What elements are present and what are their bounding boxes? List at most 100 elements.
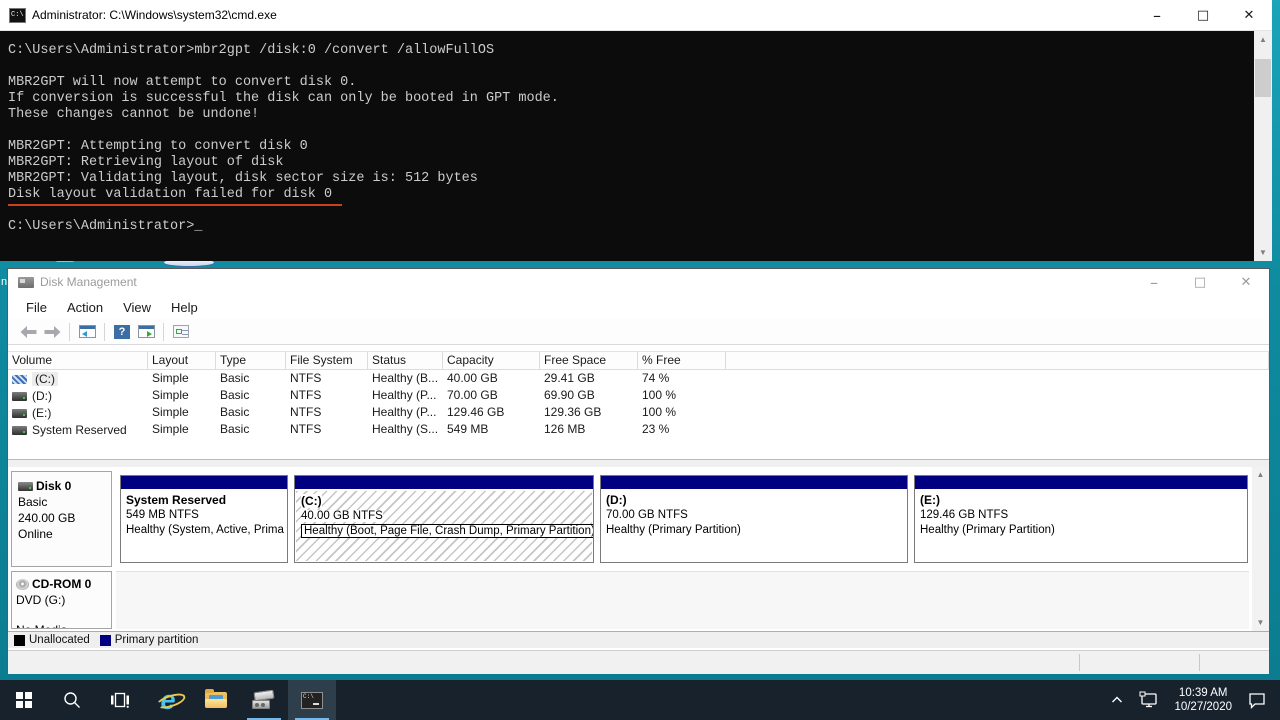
partition-size: 129.46 GB NTFS	[920, 508, 1242, 523]
partition-status: Healthy (Primary Partition)	[920, 523, 1242, 538]
help-button[interactable]: ?	[110, 321, 134, 343]
partition-c[interactable]: (C:) 40.00 GB NTFS Healthy (Boot, Page F…	[294, 475, 594, 563]
action-pane-button[interactable]	[134, 321, 158, 343]
back-button[interactable]	[16, 321, 40, 343]
partition-d[interactable]: (D:) 70.00 GB NTFS Healthy (Primary Part…	[600, 475, 908, 563]
column-header-freespace[interactable]: Free Space	[540, 352, 638, 370]
file-explorer-button[interactable]	[192, 680, 240, 720]
cdrom-drive-letter: DVD (G:)	[16, 592, 111, 608]
task-view-button[interactable]	[96, 680, 144, 720]
pane-splitter[interactable]	[8, 459, 1269, 467]
scroll-up-icon[interactable]: ▲	[1254, 31, 1272, 48]
cell-pctfree: 74 %	[638, 370, 726, 387]
properties-icon	[173, 325, 189, 338]
cell-freespace: 129.36 GB	[540, 404, 638, 421]
cmd-window-title: Administrator: C:\Windows\system32\cmd.e…	[32, 8, 277, 22]
console-line: If conversion is successful the disk can…	[8, 91, 1254, 107]
column-header-pctfree[interactable]: % Free	[638, 352, 726, 370]
cmd-titlebar[interactable]: C:\ Administrator: C:\Windows\system32\c…	[0, 0, 1272, 31]
cell-filesystem: NTFS	[286, 421, 368, 438]
minimize-button[interactable]: –	[1134, 0, 1180, 30]
table-row[interactable]: System Reserved Simple Basic NTFS Health…	[8, 421, 1269, 438]
cmd-app-icon: C:\	[9, 8, 26, 23]
console-line: MBR2GPT: Validating layout, disk sector …	[8, 171, 1254, 187]
scroll-down-icon[interactable]: ▼	[1252, 615, 1269, 631]
table-row[interactable]: (D:) Simple Basic NTFS Healthy (P... 70.…	[8, 387, 1269, 404]
partition-name: (D:)	[606, 493, 902, 508]
menu-help[interactable]: Help	[161, 297, 208, 318]
cell-status: Healthy (S...	[368, 421, 443, 438]
column-header-layout[interactable]: Layout	[148, 352, 216, 370]
table-row[interactable]: (E:) Simple Basic NTFS Healthy (P... 129…	[8, 404, 1269, 421]
scrollbar-thumb[interactable]	[1255, 59, 1271, 97]
action-center-icon	[1247, 691, 1267, 709]
column-header-type[interactable]: Type	[216, 352, 286, 370]
task-view-icon	[110, 691, 130, 709]
internet-explorer-button[interactable]: e	[144, 680, 192, 720]
partition-color-bar	[121, 476, 287, 490]
tray-chevron-button[interactable]	[1102, 680, 1132, 720]
partition-size: 70.00 GB NTFS	[606, 508, 902, 523]
scroll-up-icon[interactable]: ▲	[1252, 467, 1269, 483]
action-center-button[interactable]	[1240, 680, 1274, 720]
search-button[interactable]	[48, 680, 96, 720]
partition-color-bar	[915, 476, 1247, 490]
file-explorer-icon	[205, 692, 227, 708]
close-button[interactable]: ✕	[1226, 0, 1272, 30]
maximize-button[interactable]: □	[1177, 269, 1223, 295]
volume-name: (E:)	[32, 406, 51, 420]
cell-layout: Simple	[148, 421, 216, 438]
disk-management-taskbar-button[interactable]	[240, 680, 288, 720]
windows-logo-icon	[16, 692, 32, 708]
primary-partition-swatch	[100, 635, 111, 646]
internet-explorer-icon: e	[160, 688, 175, 712]
volume-icon	[12, 409, 27, 418]
dm-titlebar[interactable]: Disk Management – □ ✕	[8, 269, 1269, 295]
volume-icon	[12, 426, 27, 435]
scroll-down-icon[interactable]: ▼	[1254, 244, 1272, 261]
cell-capacity: 40.00 GB	[443, 370, 540, 387]
menu-action[interactable]: Action	[57, 297, 113, 318]
volume-name: (D:)	[32, 389, 52, 403]
graphical-view-scrollbar[interactable]: ▲ ▼	[1252, 467, 1269, 631]
minimize-button[interactable]: –	[1131, 269, 1177, 295]
cell-type: Basic	[216, 421, 286, 438]
toolbar-separator	[104, 323, 105, 341]
column-header-capacity[interactable]: Capacity	[443, 352, 540, 370]
partition-name: (C:)	[301, 494, 322, 508]
close-button[interactable]: ✕	[1223, 269, 1269, 295]
error-underlined-text: Disk layout validation failed for disk 0	[8, 187, 342, 206]
cmd-taskbar-button[interactable]	[288, 680, 336, 720]
column-header-status[interactable]: Status	[368, 352, 443, 370]
menu-file[interactable]: File	[16, 297, 57, 318]
table-row[interactable]: (C:) Simple Basic NTFS Healthy (B... 40.…	[8, 370, 1269, 387]
column-header-volume[interactable]: Volume	[8, 352, 148, 370]
console-tree-button[interactable]	[75, 321, 99, 343]
menu-view[interactable]: View	[113, 297, 161, 318]
cell-freespace: 69.90 GB	[540, 387, 638, 404]
cdrom-info-panel[interactable]: CD-ROM 0 DVD (G:) No Media	[11, 571, 112, 629]
partition-name: System Reserved	[126, 493, 282, 508]
text-cursor: _	[194, 219, 202, 235]
disk0-info-panel[interactable]: Disk 0 Basic 240.00 GB Online	[11, 471, 112, 567]
statusbar-separator	[1079, 654, 1080, 671]
cell-capacity: 70.00 GB	[443, 387, 540, 404]
cdrom-name: CD-ROM 0	[32, 576, 91, 592]
maximize-button[interactable]: □	[1180, 0, 1226, 30]
legend-label: Primary partition	[115, 634, 199, 646]
partition-color-bar	[295, 476, 593, 490]
start-button[interactable]	[0, 680, 48, 720]
network-status-button[interactable]	[1132, 680, 1166, 720]
back-arrow-icon	[20, 326, 36, 338]
volume-name: System Reserved	[32, 423, 127, 437]
column-header-filesystem[interactable]: File System	[286, 352, 368, 370]
console-scrollbar[interactable]: ▲ ▼	[1254, 31, 1272, 261]
forward-button[interactable]	[40, 321, 64, 343]
cmd-window: C:\ Administrator: C:\Windows\system32\c…	[0, 0, 1272, 261]
partition-system-reserved[interactable]: System Reserved 549 MB NTFS Healthy (Sys…	[120, 475, 288, 563]
statusbar-separator	[1199, 654, 1200, 671]
properties-button[interactable]	[169, 321, 193, 343]
disk-management-icon	[252, 691, 276, 709]
taskbar-clock[interactable]: 10:39 AM 10/27/2020	[1166, 686, 1240, 714]
partition-e[interactable]: (E:) 129.46 GB NTFS Healthy (Primary Par…	[914, 475, 1248, 563]
